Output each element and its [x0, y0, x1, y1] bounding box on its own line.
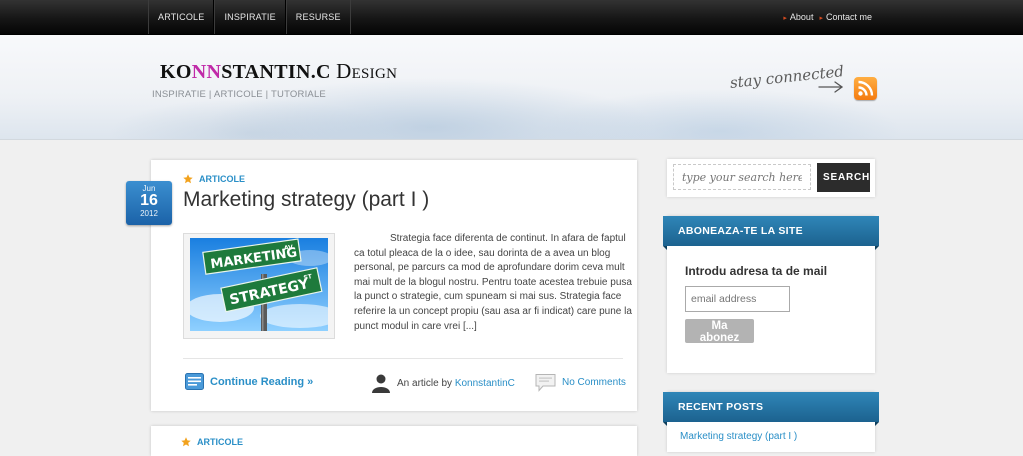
continue-reading-label: Continue Reading »	[210, 375, 314, 388]
post-author: An article by KonnstantinC	[371, 373, 515, 393]
post-author-byline: An article by KonnstantinC	[397, 378, 515, 389]
search-input[interactable]	[673, 164, 811, 190]
post-date-month: Jun	[142, 184, 156, 193]
marketing-strategy-image: MARKETING AV STRATEGY ST	[190, 238, 328, 331]
nav-link-about-label: About	[789, 12, 814, 22]
top-nav-bar: ARTICOLE INSPIRATIE RESURSE ▸ About ▸ Cont…	[0, 0, 1023, 35]
post-card: ARTICOLE Marketing strategy (part I ) MA…	[151, 160, 637, 411]
post-title[interactable]: Marketing strategy (part I )	[183, 188, 429, 212]
next-post-category[interactable]: ARTICOLE	[197, 437, 243, 447]
document-icon	[185, 373, 204, 390]
recent-posts-widget: RECENT POSTS Marketing strategy (part I …	[663, 392, 879, 452]
comment-icon	[535, 374, 556, 392]
sign-text-av: AV	[284, 244, 294, 252]
next-post-card: ARTICOLE	[151, 426, 637, 456]
site-logo[interactable]: KONNSTANTIN.C Design	[160, 59, 397, 84]
nav-item-inspiratie[interactable]: INSPIRATIE	[214, 0, 286, 34]
search-button[interactable]: SEARCH	[817, 163, 870, 192]
post-category-link[interactable]: ARTICOLE	[199, 174, 245, 184]
email-field[interactable]	[685, 286, 790, 312]
recent-posts-title: RECENT POSTS	[663, 392, 879, 426]
star-icon	[183, 174, 193, 184]
post-divider	[183, 358, 623, 359]
nav-item-articole[interactable]: ARTICOLE	[148, 0, 215, 34]
author-link[interactable]: KonnstantinC	[455, 378, 515, 389]
subscribe-widget: ABONEAZA-TE LA SITE Introdu adresa ta de…	[663, 216, 879, 373]
byline-prefix: An article by	[397, 377, 453, 389]
nav-link-contact-label: Contact me	[825, 12, 872, 22]
arrow-icon: ▸	[819, 15, 823, 22]
nav-item-resurse[interactable]: RESURSE	[285, 0, 351, 34]
site-tagline: INSPIRATIE | ARTICOLE | TUTORIALE	[152, 89, 326, 100]
logo-text-1: KO	[160, 61, 192, 83]
main-nav: ARTICOLE INSPIRATIE RESURSE	[148, 0, 351, 34]
subscribe-heading: Introdu adresa ta de mail	[685, 264, 828, 278]
comments-label: No Comments	[562, 377, 626, 388]
rss-icon[interactable]	[854, 77, 877, 100]
subscribe-form: Introdu adresa ta de mail Ma abonez	[677, 256, 863, 356]
subscribe-button[interactable]: Ma abonez	[685, 319, 754, 344]
post-excerpt: Strategia face diferenta de continut. In…	[354, 232, 632, 334]
post-date-badge: Jun 16 2012	[126, 181, 172, 225]
logo-text-highlight: NN	[191, 61, 222, 83]
arrow-right-icon	[818, 81, 844, 93]
arrow-icon: ▸	[783, 15, 787, 22]
nav-link-contact[interactable]: ▸ Contact me	[819, 0, 872, 34]
logo-text-design: Design	[336, 59, 398, 83]
continue-reading-link[interactable]: Continue Reading »	[185, 373, 313, 390]
post-comments-link[interactable]: No Comments	[535, 373, 626, 392]
star-icon	[181, 437, 191, 447]
user-icon	[372, 374, 390, 393]
logo-text-2: STANTIN.C	[221, 61, 331, 83]
recent-post-link[interactable]: Marketing strategy (part I )	[680, 431, 797, 442]
post-thumbnail[interactable]: MARKETING AV STRATEGY ST	[183, 233, 335, 339]
post-date-year: 2012	[140, 209, 158, 218]
search-widget: SEARCH	[667, 159, 875, 197]
site-header: KONNSTANTIN.C Design INSPIRATIE | ARTICO…	[0, 35, 1023, 140]
secondary-nav: ▸ About ▸ Contact me	[783, 0, 872, 34]
nav-link-about[interactable]: ▸ About	[783, 0, 813, 34]
subscribe-widget-title: ABONEAZA-TE LA SITE	[663, 216, 879, 250]
post-excerpt-text: Strategia face diferenta de continut. In…	[354, 233, 632, 332]
post-category: ARTICOLE	[183, 174, 245, 184]
rss-glyph	[858, 80, 874, 96]
post-date-day: 16	[140, 192, 158, 209]
